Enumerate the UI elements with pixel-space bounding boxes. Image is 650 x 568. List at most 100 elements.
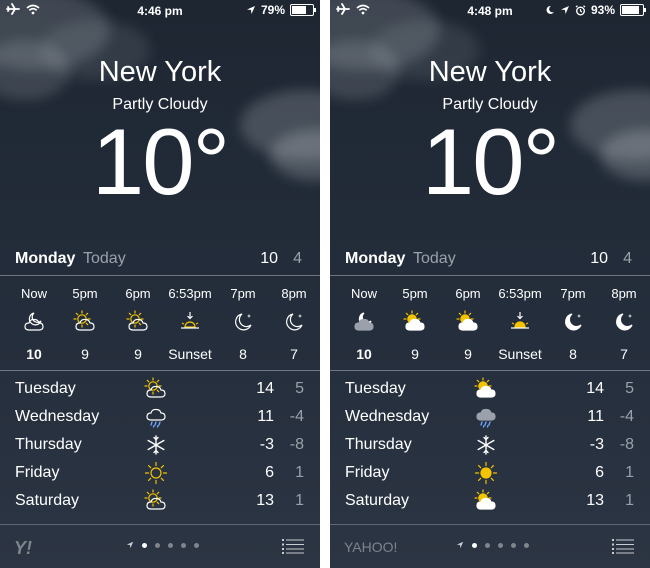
yahoo-logo[interactable]: Y!: [14, 538, 32, 559]
day-low: -8: [289, 436, 304, 453]
day-low: 1: [625, 492, 634, 509]
today-label: Today: [413, 250, 456, 267]
daily-row: Wednesday 11 -4: [0, 402, 320, 430]
today-summary: Monday Today 10 4: [330, 246, 650, 274]
today-label: Today: [83, 250, 126, 267]
daily-row: Thursday -3 -8: [0, 430, 320, 458]
partly-cloudy-day-icon: [456, 310, 480, 334]
divider: [330, 370, 650, 371]
day-low: 1: [625, 464, 634, 481]
hour-label: 8pm: [611, 286, 637, 301]
day-name: Wednesday: [345, 408, 430, 425]
page-dot[interactable]: [511, 542, 516, 548]
day-low: 1: [295, 464, 304, 481]
hour-temperature: Sunset: [498, 346, 542, 362]
daily-row: Tuesday 14 5: [0, 374, 320, 402]
today-low: 4: [293, 250, 302, 267]
sunny-icon: [474, 461, 498, 485]
daily-row: Tuesday 14 5: [330, 374, 650, 402]
divider: [0, 370, 320, 371]
do-not-disturb-moon-icon: [546, 5, 554, 14]
day-high: 14: [586, 380, 604, 397]
day-name: Tuesday: [15, 380, 76, 397]
partly-cloudy-night-icon: [352, 310, 376, 334]
hour-label: 8pm: [281, 286, 307, 301]
day-low: 5: [625, 380, 634, 397]
daily-row: Saturday 13 1: [0, 486, 320, 514]
page-dot[interactable]: [142, 542, 147, 548]
moon-icon: [231, 310, 255, 334]
day-name: Friday: [345, 464, 390, 481]
hour-label: 5pm: [402, 286, 428, 301]
location-arrow-icon: [126, 541, 134, 549]
day-high: -3: [589, 436, 604, 453]
status-bar: 4:46 pm 79%: [0, 0, 320, 20]
daily-row: Saturday 13 1: [330, 486, 650, 514]
sunset-icon: [508, 310, 532, 334]
page-dot[interactable]: [524, 542, 529, 548]
moon-icon: [282, 310, 306, 334]
location-arrow-icon: [456, 541, 464, 549]
partly-cloudy-day-icon: [474, 377, 498, 401]
day-name: Friday: [15, 464, 60, 481]
hour-label: 5pm: [72, 286, 98, 301]
partly-cloudy-day-icon: [73, 310, 97, 334]
day-high: 13: [256, 492, 274, 509]
day-name: Saturday: [345, 492, 410, 509]
page-dot[interactable]: [498, 542, 503, 548]
rain-icon: [474, 405, 498, 429]
hour-temperature: 7: [290, 346, 298, 362]
partly-cloudy-day-icon: [474, 489, 498, 513]
snow-icon: [144, 433, 168, 457]
partly-cloudy-night-icon: [22, 310, 46, 334]
weather-screen-right: 4:48 pm 93% New York Partly Cloudy 10° M…: [330, 0, 650, 568]
hour-temperature: 9: [464, 346, 472, 362]
sunset-icon: [178, 310, 202, 334]
day-high: 11: [257, 408, 274, 425]
day-high: 11: [587, 408, 604, 425]
yahoo-logo[interactable]: YAHOO!: [344, 539, 397, 555]
day-low: 1: [295, 492, 304, 509]
page-dot[interactable]: [168, 542, 173, 548]
rain-icon: [144, 405, 168, 429]
page-dot[interactable]: [181, 542, 186, 548]
page-dot[interactable]: [155, 542, 160, 548]
moon-icon: [612, 310, 636, 334]
bottom-toolbar: YAHOO!: [330, 525, 650, 568]
hourly-forecast[interactable]: Now 10 5pm 9 6pm 9 6:53pm Sunset 7pm 8 8…: [0, 276, 320, 370]
day-high: -3: [259, 436, 274, 453]
status-bar: 4:48 pm 93%: [330, 0, 650, 20]
location-arrow-icon: [560, 6, 569, 14]
hour-temperature: 9: [81, 346, 89, 362]
city-name: New York: [428, 56, 552, 88]
hour-temperature: 9: [411, 346, 419, 362]
location-arrow-icon: [246, 6, 255, 14]
hour-label: 6pm: [125, 286, 151, 301]
hourly-forecast[interactable]: Now 10 5pm 9 6pm 9 6:53pm Sunset 7pm 8 8…: [330, 276, 650, 370]
partly-cloudy-day-icon: [126, 310, 150, 334]
weather-screen-left: 4:46 pm 79% New York Partly Cloudy 10° M…: [0, 0, 320, 568]
partly-cloudy-day-icon: [144, 489, 168, 513]
today-day: Monday: [15, 250, 76, 267]
day-name: Thursday: [345, 436, 412, 453]
current-temperature: 10°: [91, 109, 230, 214]
today-high: 10: [260, 250, 278, 267]
hour-temperature: 7: [620, 346, 628, 362]
day-name: Saturday: [15, 492, 80, 509]
today-summary: Monday Today 10 4: [0, 246, 320, 274]
battery-icon: [290, 4, 316, 16]
page-dot[interactable]: [485, 542, 490, 548]
daily-row: Friday 6 1: [0, 458, 320, 486]
snow-icon: [474, 433, 498, 457]
page-indicator[interactable]: [126, 541, 199, 549]
page-indicator[interactable]: [456, 541, 529, 549]
today-low: 4: [623, 250, 632, 267]
day-high: 6: [595, 464, 604, 481]
battery-icon: [620, 4, 646, 16]
partly-cloudy-day-icon: [403, 310, 427, 334]
page-dot[interactable]: [472, 542, 477, 548]
daily-row: Wednesday 11 -4: [330, 402, 650, 430]
page-dot[interactable]: [194, 542, 199, 548]
city-list-icon[interactable]: [612, 538, 634, 554]
city-list-icon[interactable]: [282, 538, 304, 554]
